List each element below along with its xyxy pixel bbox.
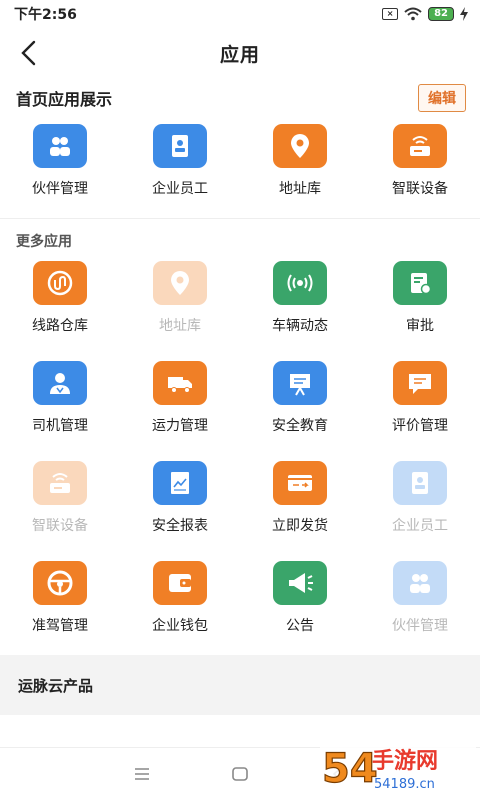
partners-icon: [33, 124, 87, 168]
app-label: 司机管理: [32, 418, 88, 434]
more-app-item[interactable]: 评价管理: [360, 355, 480, 455]
approval-icon: [393, 261, 447, 305]
status-time: 下午2:56: [14, 7, 77, 23]
driver-icon: [33, 361, 87, 405]
sim-off-icon: ×: [382, 8, 399, 20]
more-app-item[interactable]: 公告: [240, 555, 360, 655]
partners-icon: [393, 561, 447, 605]
more-app-item[interactable]: 运力管理: [120, 355, 240, 455]
edit-button[interactable]: 编辑: [418, 84, 466, 112]
app-label: 地址库: [159, 318, 201, 334]
more-app-item[interactable]: 企业员工: [360, 455, 480, 555]
app-label: 安全报表: [152, 518, 208, 534]
more-app-item[interactable]: 司机管理: [0, 355, 120, 455]
app-label: 地址库: [279, 181, 321, 197]
svg-text:手游网: 手游网: [372, 748, 438, 774]
report-chart-icon: [153, 461, 207, 505]
app-label: 车辆动态: [272, 318, 328, 334]
app-label: 企业员工: [152, 181, 208, 197]
battery-icon: 82: [428, 7, 454, 21]
wallet-icon: [153, 561, 207, 605]
app-label: 公告: [286, 618, 314, 634]
home-app-item[interactable]: 企业员工: [120, 118, 240, 218]
more-app-item[interactable]: 审批: [360, 255, 480, 355]
page-title: 应用: [219, 43, 260, 66]
more-apps-title: 更多应用: [16, 234, 72, 250]
location-pin-icon: [153, 261, 207, 305]
app-label: 伙伴管理: [32, 181, 88, 197]
app-label: 审批: [406, 318, 434, 334]
more-app-item[interactable]: 安全报表: [120, 455, 240, 555]
menu-icon[interactable]: [133, 766, 151, 782]
more-app-item[interactable]: 企业钱包: [120, 555, 240, 655]
app-label: 安全教育: [272, 418, 328, 434]
back-arrow-icon[interactable]: [18, 40, 42, 66]
app-label: 运力管理: [152, 418, 208, 434]
home-apps-grid: 伙伴管理 企业员工 地址库 智联设备: [0, 118, 480, 218]
router-icon: [393, 124, 447, 168]
more-app-item[interactable]: 立即发货: [240, 455, 360, 555]
router-icon: [33, 461, 87, 505]
app-label: 立即发货: [272, 518, 328, 534]
presentation-icon: [273, 361, 327, 405]
comment-icon: [393, 361, 447, 405]
employee-badge-icon: [393, 461, 447, 505]
more-app-item[interactable]: 地址库: [120, 255, 240, 355]
more-app-item[interactable]: 安全教育: [240, 355, 360, 455]
employee-badge-icon: [153, 124, 207, 168]
app-label: 线路仓库: [32, 318, 88, 334]
more-app-item[interactable]: 准驾管理: [0, 555, 120, 655]
app-label: 准驾管理: [32, 618, 88, 634]
more-app-item[interactable]: 线路仓库: [0, 255, 120, 355]
home-apps-title: 首页应用展示: [16, 90, 113, 109]
ship-card-icon: [273, 461, 327, 505]
app-label: 企业员工: [392, 518, 448, 534]
truck-icon: [153, 361, 207, 405]
home-icon[interactable]: [231, 766, 249, 782]
products-title: 运脉云产品: [18, 676, 94, 695]
home-app-item[interactable]: 地址库: [240, 118, 360, 218]
nav-bar: 应用: [0, 28, 480, 78]
home-app-item[interactable]: 伙伴管理: [0, 118, 120, 218]
site-watermark-logo: 54 手游网 54189.cn: [320, 740, 476, 796]
more-apps-grid: 线路仓库 地址库 车辆动态 审批司机管理 运力管理 安全教育 评价管理智联设备 安全报表 立即发…: [0, 255, 480, 655]
more-app-item[interactable]: 伙伴管理: [360, 555, 480, 655]
app-label: 企业钱包: [152, 618, 208, 634]
megaphone-icon: [273, 561, 327, 605]
charging-icon: [460, 7, 468, 21]
route-icon: [33, 261, 87, 305]
home-app-item[interactable]: 智联设备: [360, 118, 480, 218]
app-label: 伙伴管理: [392, 618, 448, 634]
app-label: 智联设备: [392, 181, 448, 197]
status-icons: × 82: [382, 7, 468, 21]
steering-wheel-icon: [33, 561, 87, 605]
location-pin-icon: [273, 124, 327, 168]
signal-icon: [273, 261, 327, 305]
status-bar: 下午2:56 × 82: [0, 0, 480, 28]
more-app-item[interactable]: 智联设备: [0, 455, 120, 555]
home-apps-header: 首页应用展示 编辑: [0, 78, 480, 118]
app-label: 智联设备: [32, 518, 88, 534]
svg-text:54189.cn: 54189.cn: [374, 777, 435, 792]
products-section: 运脉云产品: [0, 655, 480, 715]
app-label: 评价管理: [392, 418, 448, 434]
svg-text:54: 54: [322, 746, 378, 792]
more-app-item[interactable]: 车辆动态: [240, 255, 360, 355]
wifi-icon: [404, 7, 422, 21]
